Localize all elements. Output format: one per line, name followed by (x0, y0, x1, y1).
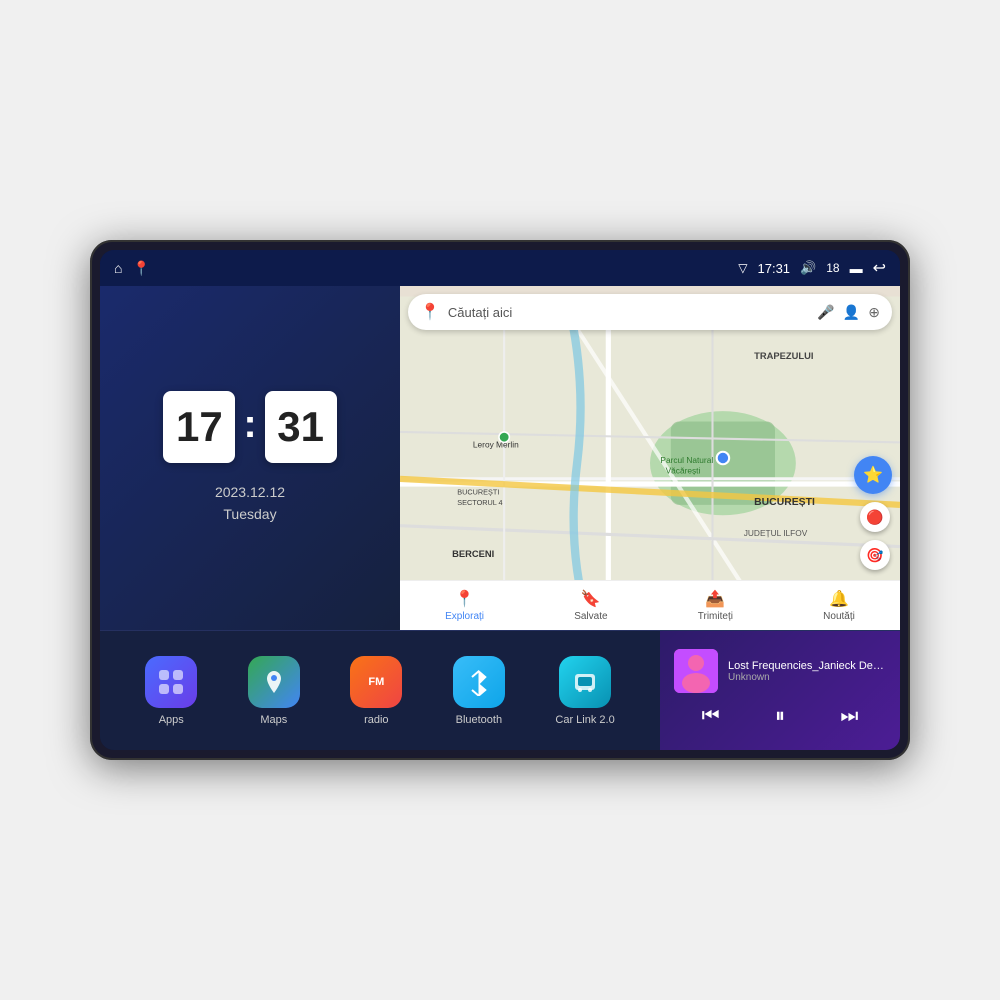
music-info: Lost Frequencies_Janieck Devy-... Unknow… (674, 649, 886, 693)
signal-icon: ▽ (738, 261, 747, 275)
map-search-bar[interactable]: 📍 Căutați aici 🎤 👤 ⊕ (408, 294, 892, 330)
svg-text:BUCUREȘTI: BUCUREȘTI (754, 497, 815, 508)
prev-button[interactable]: ⏮ (694, 701, 728, 732)
date-display: 2023.12.12 Tuesday (215, 481, 285, 526)
app-item-maps[interactable]: Maps (248, 656, 300, 726)
layers-icon[interactable]: ⊕ (868, 304, 880, 321)
top-section: 17 : 31 2023.12.12 Tuesday (100, 286, 900, 630)
compass-button[interactable]: 🔴 (860, 502, 890, 532)
account-icon[interactable]: 👤 (843, 304, 860, 321)
radio-icon: FM (350, 656, 402, 708)
bottom-section: Apps Maps FM (100, 630, 900, 750)
weekday-value: Tuesday (215, 503, 285, 525)
app-item-bluetooth[interactable]: Bluetooth (453, 656, 505, 726)
clock-hours: 17 (163, 391, 235, 463)
app-item-radio[interactable]: FM radio (350, 656, 402, 726)
volume-icon: 🔊 (800, 260, 816, 276)
bluetooth-label: Bluetooth (456, 714, 502, 726)
map-nav-share[interactable]: 📤 Trimiteți (698, 589, 733, 622)
music-details: Lost Frequencies_Janieck Devy-... Unknow… (728, 660, 886, 683)
carlink-label: Car Link 2.0 (555, 714, 614, 726)
date-value: 2023.12.12 (215, 481, 285, 503)
radio-label: radio (364, 714, 388, 726)
status-bar: ⌂ 📍 ▽ 17:31 🔊 18 ▬ ↩ (100, 250, 900, 286)
maps-pin-icon: 📍 (420, 302, 440, 322)
location-status-icon[interactable]: 📍 (132, 260, 149, 277)
mic-icon[interactable]: 🎤 (817, 304, 834, 321)
news-icon: 🔔 (829, 589, 849, 609)
map-panel[interactable]: TRAPEZULUI BUCUREȘTI JUDEȚUL ILFOV Parcu… (400, 286, 900, 630)
svg-text:Văcărești: Văcărești (666, 466, 701, 476)
navigate-button[interactable]: ⭐ (854, 456, 892, 494)
clock-panel: 17 : 31 2023.12.12 Tuesday (100, 286, 400, 630)
share-icon: 📤 (705, 589, 725, 609)
device-screen: ⌂ 📍 ▽ 17:31 🔊 18 ▬ ↩ 17 : 31 (100, 250, 900, 750)
home-icon[interactable]: ⌂ (114, 260, 122, 276)
apps-icon (145, 656, 197, 708)
carlink-icon (559, 656, 611, 708)
maps-label: Maps (260, 714, 287, 726)
svg-text:TRAPEZULUI: TRAPEZULUI (754, 351, 813, 361)
main-content: 17 : 31 2023.12.12 Tuesday (100, 286, 900, 750)
map-bottom-nav: 📍 Explorați 🔖 Salvate 📤 Trimiteți � (400, 580, 900, 630)
play-pause-button[interactable]: ⏸ (767, 701, 793, 732)
music-artist: Unknown (728, 672, 886, 683)
maps-app-icon (248, 656, 300, 708)
back-icon[interactable]: ↩ (873, 258, 886, 278)
clock-minutes: 31 (265, 391, 337, 463)
clock-display: 17 : 31 (163, 391, 336, 463)
map-svg: TRAPEZULUI BUCUREȘTI JUDEȚUL ILFOV Parcu… (400, 286, 900, 630)
bluetooth-icon (453, 656, 505, 708)
map-nav-saved[interactable]: 🔖 Salvate (574, 589, 607, 622)
time-display: 17:31 (758, 261, 791, 276)
explore-label: Explorați (445, 611, 484, 622)
news-label: Noutăți (823, 611, 855, 622)
status-left-icons: ⌂ 📍 (114, 260, 150, 277)
music-controls: ⏮ ⏸ ⏭ (674, 701, 886, 732)
saved-label: Salvate (574, 611, 607, 622)
svg-text:Parcul Natural: Parcul Natural (660, 455, 713, 465)
music-thumbnail (674, 649, 718, 693)
battery-icon: ▬ (850, 261, 863, 276)
app-item-carlink[interactable]: Car Link 2.0 (555, 656, 614, 726)
location-button[interactable]: 🎯 (860, 540, 890, 570)
status-right-icons: ▽ 17:31 🔊 18 ▬ ↩ (738, 258, 886, 278)
apps-bar: Apps Maps FM (100, 631, 660, 750)
search-placeholder[interactable]: Căutați aici (448, 305, 809, 320)
svg-text:Leroy Merlin: Leroy Merlin (473, 440, 519, 450)
saved-icon: 🔖 (581, 589, 601, 609)
map-nav-explore[interactable]: 📍 Explorați (445, 589, 484, 622)
device-frame: ⌂ 📍 ▽ 17:31 🔊 18 ▬ ↩ 17 : 31 (90, 240, 910, 760)
clock-colon: : (243, 402, 256, 447)
music-player: Lost Frequencies_Janieck Devy-... Unknow… (660, 631, 900, 750)
explore-icon: 📍 (455, 589, 475, 609)
svg-text:BERCENI: BERCENI (452, 549, 494, 559)
map-search-right-icons: 🎤 👤 ⊕ (817, 304, 880, 321)
share-label: Trimiteți (698, 611, 733, 622)
svg-text:SECTORUL 4: SECTORUL 4 (457, 498, 502, 507)
music-title: Lost Frequencies_Janieck Devy-... (728, 660, 886, 672)
next-button[interactable]: ⏭ (832, 701, 866, 732)
battery-level: 18 (826, 261, 839, 275)
svg-text:BUCUREȘTI: BUCUREȘTI (457, 487, 499, 496)
apps-label: Apps (159, 714, 184, 726)
svg-text:JUDEȚUL ILFOV: JUDEȚUL ILFOV (744, 528, 808, 538)
app-item-apps[interactable]: Apps (145, 656, 197, 726)
map-nav-news[interactable]: 🔔 Noutăți (823, 589, 855, 622)
